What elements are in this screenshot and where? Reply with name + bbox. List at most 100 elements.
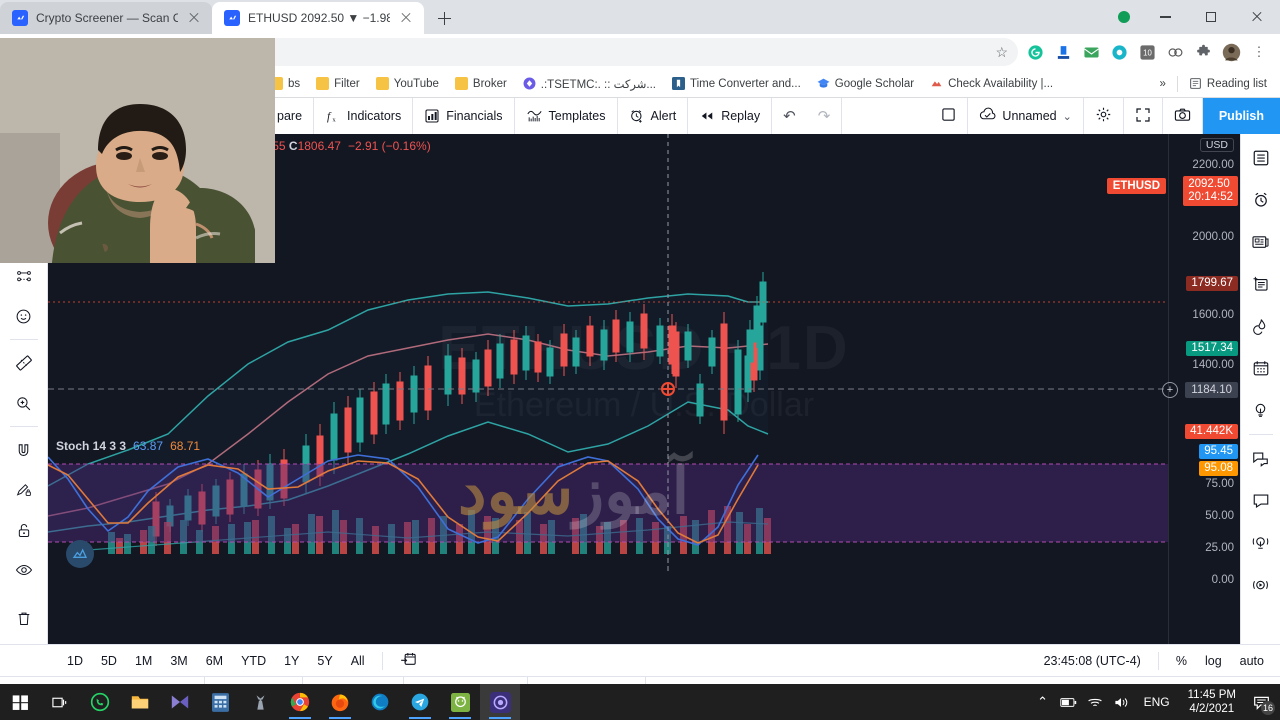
show-hidden-icons[interactable]: ⌃ bbox=[1030, 684, 1056, 720]
publish-button[interactable]: Publish bbox=[1202, 98, 1280, 134]
toolbar-templates[interactable]: Templates bbox=[515, 98, 618, 134]
browser-tab-1[interactable]: Crypto Screener — Scan Crypto bbox=[0, 2, 212, 34]
range-3m[interactable]: 3M bbox=[161, 654, 196, 668]
firefox-icon[interactable] bbox=[320, 684, 360, 720]
bookmark-item[interactable]: Time Converter and... bbox=[665, 74, 808, 93]
broadcast-icon[interactable] bbox=[1243, 564, 1279, 606]
redo-button[interactable]: ↷ bbox=[807, 98, 843, 134]
emoji-icon[interactable] bbox=[4, 296, 44, 336]
bookmark-item[interactable]: Google Scholar bbox=[810, 74, 921, 93]
toolbar-alert[interactable]: Alert bbox=[618, 98, 689, 134]
ideas-bulb-icon[interactable] bbox=[1243, 389, 1279, 431]
obs-icon[interactable] bbox=[480, 684, 520, 720]
maximize-button[interactable] bbox=[1188, 0, 1234, 34]
layout-button[interactable] bbox=[930, 98, 969, 134]
toolbar-indicators[interactable]: fx Indicators bbox=[314, 98, 414, 134]
range-1m[interactable]: 1M bbox=[126, 654, 161, 668]
chat-icon[interactable] bbox=[1243, 438, 1279, 480]
trash-icon[interactable] bbox=[4, 598, 44, 638]
hotlist-icon[interactable] bbox=[1243, 305, 1279, 347]
range-5d[interactable]: 5D bbox=[92, 654, 126, 668]
calendar-icon[interactable] bbox=[1243, 347, 1279, 389]
price-tick: 1400.00 bbox=[1192, 359, 1234, 371]
bookmark-item[interactable]: YouTube bbox=[369, 74, 446, 93]
range-all[interactable]: All bbox=[342, 654, 374, 668]
save-layout-button[interactable]: Unnamed ⌄ bbox=[968, 98, 1084, 134]
bookmark-item[interactable]: Broker bbox=[448, 74, 514, 93]
range-5y[interactable]: 5Y bbox=[308, 654, 341, 668]
chevron-down-icon[interactable]: ⌄ bbox=[1063, 110, 1072, 123]
whatsapp-icon[interactable] bbox=[80, 684, 120, 720]
media-player-icon[interactable] bbox=[160, 684, 200, 720]
goto-date-icon[interactable] bbox=[391, 651, 426, 670]
task-view-icon[interactable] bbox=[40, 684, 80, 720]
range-ytd[interactable]: YTD bbox=[232, 654, 275, 668]
price-scale[interactable]: USD 2200.00 2000.00 1600.00 1400.00 ETHU… bbox=[1106, 134, 1240, 644]
battery-icon[interactable] bbox=[1056, 684, 1082, 720]
toolbar-replay[interactable]: Replay bbox=[688, 98, 773, 134]
auto-scale-button[interactable]: auto bbox=[1231, 654, 1280, 668]
calculator-icon[interactable] bbox=[200, 684, 240, 720]
close-icon[interactable] bbox=[398, 10, 414, 26]
clock[interactable]: 11:45 PM 4/2/2021 bbox=[1180, 688, 1244, 716]
ten-extension-icon[interactable]: 10 bbox=[1134, 39, 1160, 65]
chrome-icon[interactable] bbox=[280, 684, 320, 720]
bookmark-item[interactable]: .:TSETMC:. :: شرکت... bbox=[516, 74, 663, 94]
check-icon bbox=[930, 77, 943, 90]
chrome-menu-icon[interactable]: ⋮ bbox=[1246, 39, 1272, 65]
settings-extension-icon[interactable] bbox=[1106, 39, 1132, 65]
bookmark-item[interactable]: Filter bbox=[309, 74, 367, 93]
lock-icon[interactable] bbox=[4, 510, 44, 550]
reading-list-button[interactable]: Reading list bbox=[1182, 74, 1274, 93]
alert-clock-icon[interactable] bbox=[1243, 179, 1279, 221]
grammarly-icon[interactable] bbox=[1022, 39, 1048, 65]
minimize-button[interactable] bbox=[1142, 0, 1188, 34]
snapshot-button[interactable] bbox=[1163, 98, 1203, 134]
stoch-tick: 0.00 bbox=[1211, 574, 1234, 586]
eye-icon[interactable] bbox=[4, 550, 44, 590]
close-icon[interactable] bbox=[186, 10, 202, 26]
avatar[interactable] bbox=[1218, 39, 1244, 65]
pencil-lock-icon[interactable] bbox=[4, 470, 44, 510]
undo-button[interactable]: ↶ bbox=[772, 98, 807, 134]
new-tab-button[interactable] bbox=[430, 4, 458, 32]
adblock-icon[interactable] bbox=[1162, 39, 1188, 65]
percent-scale-button[interactable]: % bbox=[1167, 654, 1196, 668]
add-alert-plus-icon[interactable]: + bbox=[1162, 382, 1178, 398]
extensions-puzzle-icon[interactable] bbox=[1190, 39, 1216, 65]
bookmark-star-icon[interactable]: ☆ bbox=[995, 44, 1008, 61]
news-icon[interactable] bbox=[1243, 221, 1279, 263]
toolbar-financials[interactable]: Financials bbox=[413, 98, 515, 134]
telegram-icon[interactable] bbox=[400, 684, 440, 720]
anubis-icon[interactable] bbox=[240, 684, 280, 720]
private-chat-icon[interactable] bbox=[1243, 480, 1279, 522]
volume-icon[interactable] bbox=[1108, 684, 1134, 720]
android-studio-icon[interactable] bbox=[440, 684, 480, 720]
indicator-chart-badge-icon[interactable] bbox=[66, 540, 94, 568]
wifi-icon[interactable] bbox=[1082, 684, 1108, 720]
mail-extension-icon[interactable] bbox=[1078, 39, 1104, 65]
bookmark-item[interactable]: Check Availability |... bbox=[923, 74, 1060, 93]
range-6m[interactable]: 6M bbox=[197, 654, 232, 668]
browser-tab-2[interactable]: ETHUSD 2092.50 ▼ −1.98% Unn bbox=[212, 2, 424, 34]
edge-icon[interactable] bbox=[360, 684, 400, 720]
fullscreen-button[interactable] bbox=[1124, 98, 1163, 134]
windows-start-icon[interactable] bbox=[0, 684, 40, 720]
log-scale-button[interactable]: log bbox=[1196, 654, 1231, 668]
download-extension-icon[interactable] bbox=[1050, 39, 1076, 65]
watchlist-icon[interactable] bbox=[1243, 137, 1279, 179]
zoom-in-icon[interactable] bbox=[4, 383, 44, 423]
range-1d[interactable]: 1D bbox=[58, 654, 92, 668]
close-window-button[interactable] bbox=[1234, 0, 1280, 34]
chart-settings-button[interactable] bbox=[1084, 98, 1124, 134]
range-1y[interactable]: 1Y bbox=[275, 654, 308, 668]
notification-center-button[interactable]: 16 bbox=[1244, 684, 1278, 720]
file-explorer-icon[interactable] bbox=[120, 684, 160, 720]
stream-icon[interactable] bbox=[1243, 522, 1279, 564]
bookmarks-overflow-button[interactable]: » bbox=[1153, 75, 1173, 93]
language-indicator[interactable]: ENG bbox=[1134, 695, 1180, 709]
extension-icons: 10 ⋮ bbox=[1022, 39, 1272, 65]
data-window-icon[interactable] bbox=[1243, 263, 1279, 305]
ruler-icon[interactable] bbox=[4, 343, 44, 383]
magnet-icon[interactable] bbox=[4, 430, 44, 470]
